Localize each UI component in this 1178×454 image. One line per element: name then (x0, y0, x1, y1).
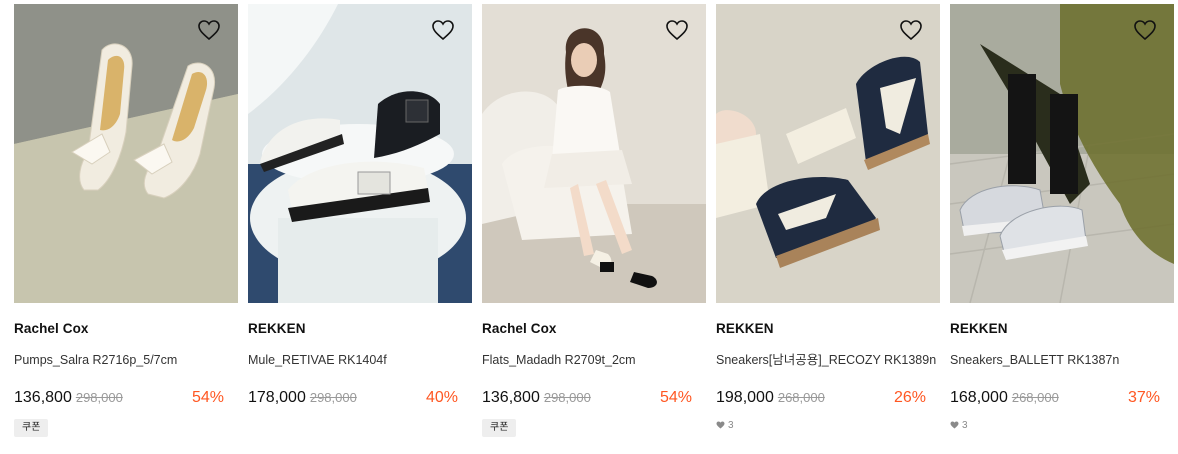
product-image[interactable] (716, 4, 940, 303)
product-brand[interactable]: REKKEN (716, 321, 940, 337)
product-name[interactable]: Pumps_Salra R2716p_5/7cm (14, 351, 238, 369)
product-image[interactable] (14, 4, 238, 303)
coupon-badge: 쿠폰 (14, 419, 49, 437)
product-name[interactable]: Sneakers[남녀공용]_RECOZY RK1389n (716, 351, 940, 369)
product-image-art (248, 4, 472, 303)
wishlist-heart-icon[interactable] (899, 19, 923, 41)
price-row: 178,000 298,000 40% (248, 389, 472, 409)
sale-price: 178,000 (248, 389, 306, 406)
sale-price: 168,000 (950, 389, 1008, 406)
discount-rate: 54% (659, 389, 692, 406)
heart-filled-icon (716, 421, 725, 429)
product-brand[interactable]: REKKEN (950, 321, 1174, 337)
product-image[interactable] (482, 4, 706, 303)
discount-rate: 26% (893, 389, 926, 406)
like-count: 3 (950, 419, 1174, 431)
original-price: 298,000 (309, 390, 357, 405)
product-brand[interactable]: Rachel Cox (482, 321, 706, 337)
price-row: 198,000 268,000 26% (716, 389, 940, 409)
original-price: 268,000 (1011, 390, 1059, 405)
sale-price: 136,800 (14, 389, 72, 406)
coupon-badge: 쿠폰 (482, 419, 517, 437)
discount-rate: 40% (425, 389, 458, 406)
wishlist-heart-icon[interactable] (197, 19, 221, 41)
wishlist-heart-icon[interactable] (665, 19, 689, 41)
product-card[interactable]: REKKEN Sneakers[남녀공용]_RECOZY RK1389n 198… (716, 4, 940, 437)
sale-price: 136,800 (482, 389, 540, 406)
product-grid: Rachel Cox Pumps_Salra R2716p_5/7cm 136,… (14, 4, 1174, 437)
product-name[interactable]: Sneakers_BALLETT RK1387n (950, 351, 1174, 369)
product-name[interactable]: Flats_Madadh R2709t_2cm (482, 351, 706, 369)
like-count-value: 3 (962, 419, 968, 431)
product-card[interactable]: REKKEN Mule_RETIVAE RK1404f 178,000 298,… (248, 4, 472, 437)
product-card[interactable]: REKKEN Sneakers_BALLETT RK1387n 168,000 … (950, 4, 1174, 437)
discount-rate: 37% (1127, 389, 1160, 406)
product-name[interactable]: Mule_RETIVAE RK1404f (248, 351, 472, 369)
heart-filled-icon (950, 421, 959, 429)
like-count-value: 3 (728, 419, 734, 431)
product-card[interactable]: Rachel Cox Pumps_Salra R2716p_5/7cm 136,… (14, 4, 238, 437)
product-brand[interactable]: REKKEN (248, 321, 472, 337)
product-image-art (716, 4, 940, 303)
wishlist-heart-icon[interactable] (431, 19, 455, 41)
product-image[interactable] (950, 4, 1174, 303)
product-image[interactable] (248, 4, 472, 303)
original-price: 298,000 (543, 390, 591, 405)
original-price: 268,000 (777, 390, 825, 405)
price-row: 136,800 298,000 54% (482, 389, 706, 409)
product-image-art (482, 4, 706, 303)
wishlist-heart-icon[interactable] (1133, 19, 1157, 41)
discount-rate: 54% (191, 389, 224, 406)
product-image-art (14, 4, 238, 303)
original-price: 298,000 (75, 390, 123, 405)
product-brand[interactable]: Rachel Cox (14, 321, 238, 337)
product-image-art (950, 4, 1174, 303)
like-count: 3 (716, 419, 940, 431)
product-card[interactable]: Rachel Cox Flats_Madadh R2709t_2cm 136,8… (482, 4, 706, 437)
price-row: 168,000 268,000 37% (950, 389, 1174, 409)
price-row: 136,800 298,000 54% (14, 389, 238, 409)
sale-price: 198,000 (716, 389, 774, 406)
